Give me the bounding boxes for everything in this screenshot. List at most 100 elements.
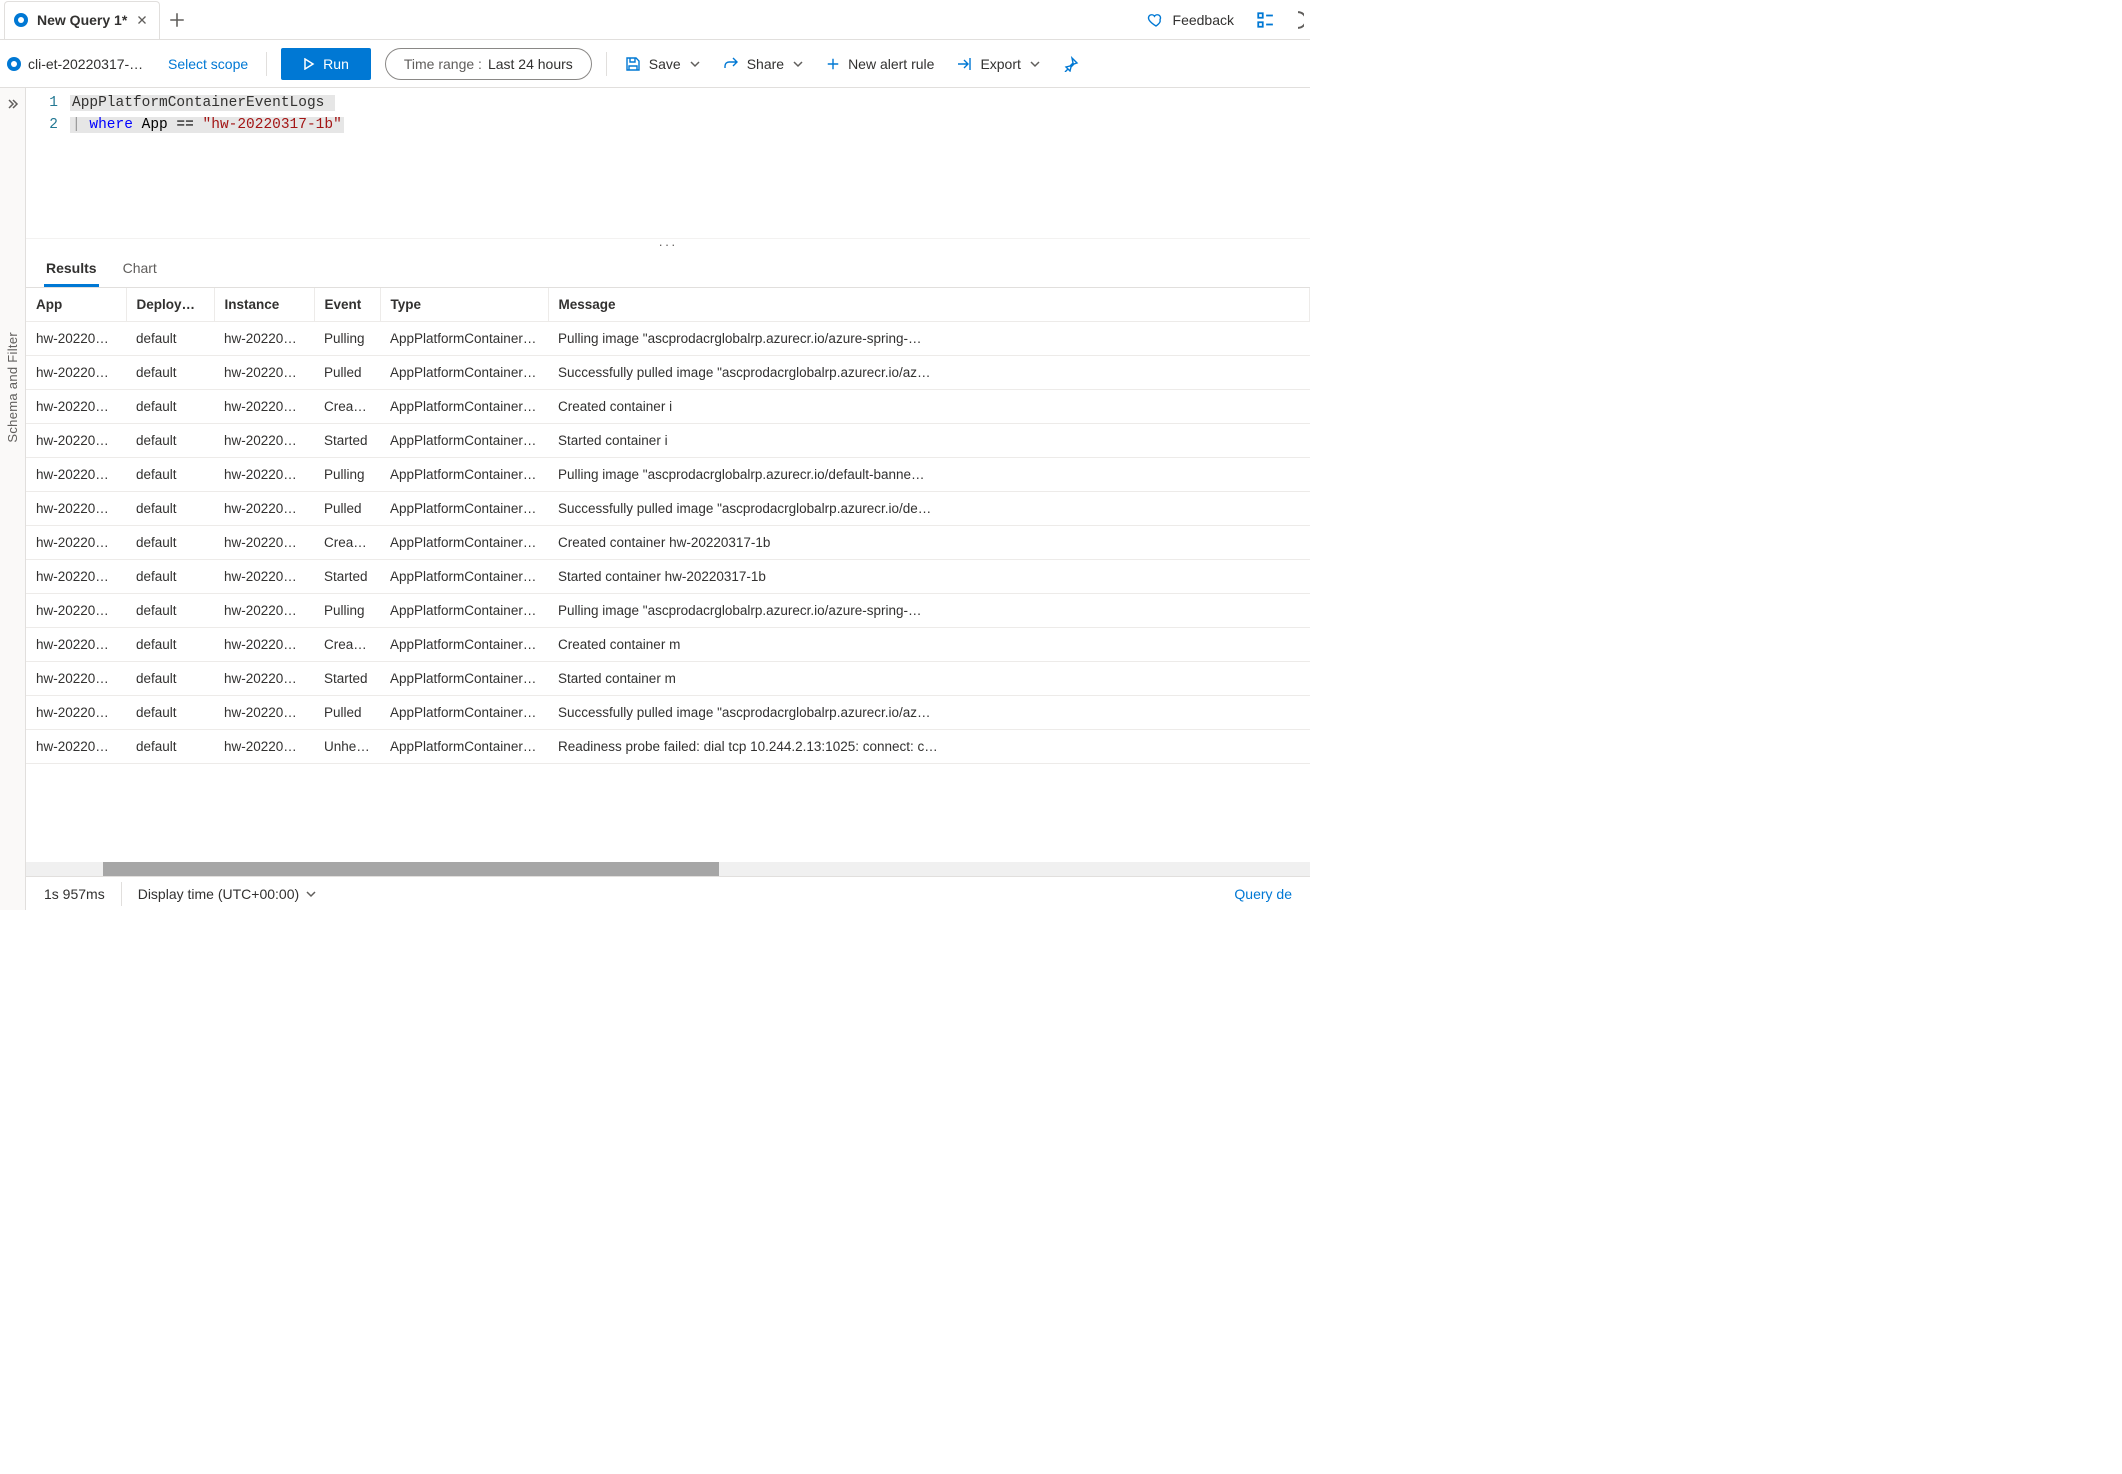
run-label: Run [323, 56, 349, 72]
table-header-row: AppDeploymentInstanceEventTypeMessage [26, 288, 1310, 322]
tab-strip: New Query 1* Feedback [0, 0, 1310, 40]
export-label: Export [980, 56, 1020, 72]
queries-hub-icon[interactable] [1256, 11, 1274, 29]
save-button[interactable]: Save [621, 56, 705, 72]
new-alert-rule-button[interactable]: New alert rule [822, 56, 938, 72]
scrollbar-thumb[interactable] [103, 862, 719, 876]
save-label: Save [649, 56, 681, 72]
cell: Started [314, 560, 380, 594]
chevron-down-icon [689, 58, 701, 70]
query-tab[interactable]: New Query 1* [4, 1, 160, 39]
run-button[interactable]: Run [281, 48, 371, 80]
cell: AppPlatformContainerEventLogs [380, 424, 548, 458]
cell: Pulled [314, 356, 380, 390]
table-row[interactable]: hw-20220317-1bdefaulthw-20220317-1…Pulli… [26, 594, 1310, 628]
cell: Successfully pulled image "ascprodacrglo… [548, 356, 1310, 390]
table-row[interactable]: hw-20220317-1bdefaulthw-20220317-1…Creat… [26, 628, 1310, 662]
column-header[interactable]: Type [380, 288, 548, 322]
query-editor[interactable]: 12 AppPlatformContainerEventLogs | where… [26, 88, 1310, 238]
cell: hw-20220317-1… [214, 322, 314, 356]
cell: default [126, 594, 214, 628]
column-header[interactable]: Message [548, 288, 1310, 322]
heart-icon [1147, 11, 1165, 29]
time-range-value: Last 24 hours [488, 56, 573, 72]
cell: Pulling image "ascprodacrglobalrp.azurec… [548, 322, 1310, 356]
cell: hw-20220317-1b [26, 560, 126, 594]
close-icon[interactable] [135, 13, 149, 27]
toolbar-divider [266, 52, 267, 76]
table-row[interactable]: hw-20220317-1bdefaulthw-20220317-1…Pulle… [26, 356, 1310, 390]
table-row[interactable]: hw-20220317-1bdefaulthw-20220317-1…Start… [26, 424, 1310, 458]
cell: hw-20220317-1b [26, 628, 126, 662]
cell: hw-20220317-1b [26, 526, 126, 560]
cell: Started [314, 662, 380, 696]
export-button[interactable]: Export [952, 56, 1044, 72]
cell: AppPlatformContainerEventLogs [380, 662, 548, 696]
splitter-handle[interactable]: ··· [26, 238, 1310, 250]
table-row[interactable]: hw-20220317-1bdefaulthw-20220317-1…Creat… [26, 526, 1310, 560]
feedback-button[interactable]: Feedback [1143, 11, 1238, 29]
plus-icon [826, 57, 840, 71]
line-number-gutter: 12 [26, 92, 70, 238]
code-area[interactable]: AppPlatformContainerEventLogs | where Ap… [70, 92, 1310, 238]
table-row[interactable]: hw-20220317-1bdefaulthw-20220317-1…Creat… [26, 390, 1310, 424]
status-divider [121, 882, 122, 906]
cell: hw-20220317-1b [26, 730, 126, 764]
cell: hw-20220317-1b [26, 390, 126, 424]
cell: AppPlatformContainerEventLogs [380, 730, 548, 764]
new-tab-button[interactable] [168, 11, 186, 29]
cell: Pulling [314, 594, 380, 628]
cell: Created container hw-20220317-1b [548, 526, 1310, 560]
column-header[interactable]: App [26, 288, 126, 322]
time-range-selector[interactable]: Time range : Last 24 hours [385, 48, 592, 80]
table-row[interactable]: hw-20220317-1bdefaulthw-20220317-1…Pulle… [26, 696, 1310, 730]
cell: default [126, 560, 214, 594]
cell: default [126, 730, 214, 764]
tab-results[interactable]: Results [44, 250, 99, 287]
query-timing: 1s 957ms [44, 886, 105, 902]
table-row[interactable]: hw-20220317-1bdefaulthw-20220317-1… Pulli… [26, 458, 1310, 492]
column-header[interactable]: Instance [214, 288, 314, 322]
display-time-selector[interactable]: Display time (UTC+00:00) [138, 886, 317, 902]
horizontal-scrollbar[interactable] [26, 862, 1310, 876]
table-row[interactable]: hw-20220317-1bdefaulthw-20220317-1…Start… [26, 662, 1310, 696]
cell: default [126, 356, 214, 390]
table-row[interactable]: hw-20220317-1bdefaulthw-20220317-1…Unhea… [26, 730, 1310, 764]
cell: Pulling image "ascprodacrglobalrp.azurec… [548, 458, 1310, 492]
cell: default [126, 628, 214, 662]
logs-icon [6, 56, 22, 72]
cell: default [126, 322, 214, 356]
tab-title: New Query 1* [37, 12, 127, 28]
pin-button[interactable] [1059, 56, 1083, 72]
cell: Pulling [314, 322, 380, 356]
cell: hw-20220317-1b [26, 594, 126, 628]
cell: AppPlatformContainerEventLogs [380, 696, 548, 730]
table-row[interactable]: hw-20220317-1bdefaulthw-20220317-1…Start… [26, 560, 1310, 594]
select-scope-link[interactable]: Select scope [164, 56, 252, 72]
more-icon[interactable] [1292, 11, 1304, 29]
table-row[interactable]: hw-20220317-1bdefaulthw-20220317-1…Pulle… [26, 492, 1310, 526]
column-header[interactable]: Deployment [126, 288, 214, 322]
cell: Pulled [314, 492, 380, 526]
cell: hw-20220317-1… [214, 526, 314, 560]
expand-icon[interactable] [5, 96, 21, 112]
tab-chart[interactable]: Chart [121, 250, 159, 287]
scope-breadcrumb[interactable]: cli-et-20220317-1… [6, 56, 146, 72]
cell: default [126, 458, 214, 492]
cell: hw-20220317-1b [26, 458, 126, 492]
cell: hw-20220317-1… [214, 458, 314, 492]
table-row[interactable]: hw-20220317-1bdefaulthw-20220317-1…Pulli… [26, 322, 1310, 356]
share-button[interactable]: Share [719, 56, 808, 72]
column-header[interactable]: Event [314, 288, 380, 322]
cell: hw-20220317-1… [214, 390, 314, 424]
cell: hw-20220317-1b [26, 696, 126, 730]
chevron-down-icon [305, 888, 317, 900]
export-icon [956, 56, 972, 72]
cell: Created container m [548, 628, 1310, 662]
new-alert-label: New alert rule [848, 56, 934, 72]
results-table-wrap[interactable]: AppDeploymentInstanceEventTypeMessage hw… [26, 288, 1310, 862]
query-details-link[interactable]: Query de [1234, 886, 1292, 902]
schema-filter-tab[interactable]: Schema and Filter [5, 332, 20, 443]
cell: Created [314, 390, 380, 424]
cell: AppPlatformContainerEventLogs [380, 560, 548, 594]
